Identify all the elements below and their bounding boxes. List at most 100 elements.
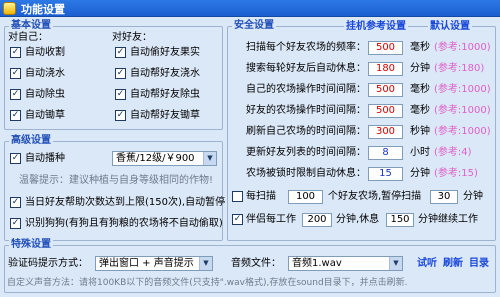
tip-text: 温馨提示：建议种植与自身等级相同的作物!	[19, 175, 214, 186]
auto-weed-label: 自动锄草	[25, 110, 65, 121]
setting-row: 刷新自己农场的时间间隔： 300 秒钟 (参考:1000)	[228, 125, 497, 139]
audio-select[interactable]: 音频1.wav ▼	[288, 256, 403, 271]
ref-hint: (参考:4)	[434, 147, 472, 158]
app-icon	[3, 2, 16, 15]
scan-count-input[interactable]: 100	[288, 190, 323, 204]
ref-hint: (参考:1000)	[434, 126, 491, 137]
farm-locked-rest-label: 农场被锁时限制自动休息：	[246, 168, 366, 179]
setting-row: 自己的农场操作时间间隔： 500 毫秒 (参考:1000)	[228, 83, 497, 97]
auto-harvest-checkbox[interactable]: ✓	[10, 47, 21, 58]
audition-link[interactable]: 试听	[417, 258, 437, 270]
ref-settings-link[interactable]: 挂机参考设置	[344, 21, 408, 33]
setting-row: 好友的农场操作时间间隔： 500 毫秒 (参考:1000)	[228, 104, 497, 118]
unit-label: 秒钟	[410, 126, 430, 137]
setting-row: 搜索每轮好友后自动休息： 180 分钟 (参考:180)	[228, 62, 497, 76]
self-label: 对自己：	[8, 32, 48, 43]
refresh-link[interactable]: 刷新	[443, 258, 463, 270]
work-label: 伴侣每工作	[246, 214, 296, 225]
setting-row: 扫描每个好友农场的频率： 500 毫秒 (参考:1000)	[228, 41, 497, 55]
scan-unit-label: 分钟	[463, 191, 483, 202]
auto-debug-checkbox[interactable]: ✓	[10, 89, 21, 100]
refresh-own-farm-label: 刷新自己农场的时间间隔：	[246, 126, 366, 137]
update-friend-list-label: 更新好友列表的时间间隔：	[246, 147, 366, 158]
audio-file-label: 音频文件：	[231, 258, 281, 269]
advanced-settings-group: 高级设置 ✓ 自动播种 香蕉/12级/￥900 ▼ 温馨提示：建议种植与自身等级…	[4, 135, 226, 241]
safety-settings-group: 安全设置 挂机参考设置 默认设置 扫描每个好友农场的频率： 500 毫秒 (参考…	[227, 20, 497, 241]
friend-farm-interval-label: 好友的农场操作时间间隔：	[246, 105, 366, 116]
ref-hint: (参考:15)	[434, 168, 478, 179]
seed-select-value: 香蕉/12级/￥900	[116, 153, 195, 164]
special-settings-title: 特殊设置	[9, 239, 53, 251]
rest-minutes-input[interactable]: 150	[386, 213, 414, 227]
safety-settings-title: 安全设置	[232, 20, 276, 32]
identify-dog-label: 识别狗狗(有狗且有狗粮的农场将不自动偷取)	[25, 218, 223, 229]
ref-hint: (参考:1000)	[434, 42, 491, 53]
scan-pause-row: 每扫描 100 个好友农场,暂停扫描 30 分钟	[228, 190, 497, 204]
rest-after-search-input[interactable]: 180	[368, 62, 403, 76]
farm-locked-rest-input[interactable]: 15	[368, 167, 403, 181]
auto-weed-checkbox[interactable]: ✓	[10, 110, 21, 121]
friend-debug-checkbox[interactable]: ✓	[115, 89, 126, 100]
directory-link[interactable]: 目录	[469, 258, 489, 270]
help-limit-label: 当日好友帮助次数达到上限(150次),自动暂停	[25, 197, 226, 208]
friend-label: 对好友：	[112, 32, 152, 43]
scan-pause-minutes-input[interactable]: 30	[430, 190, 458, 204]
unit-label: 毫秒	[410, 84, 430, 95]
scan-frequency-input[interactable]: 500	[368, 41, 403, 55]
auto-water-checkbox[interactable]: ✓	[10, 68, 21, 79]
settings-panel: 基本设置 对自己： 对好友： ✓ 自动收割 ✓ 自动浇水 ✓ 自动除虫 ✓ 自动…	[0, 17, 500, 297]
seed-select[interactable]: 香蕉/12级/￥900 ▼	[112, 151, 217, 166]
basic-settings-group: 基本设置 对自己： 对好友： ✓ 自动收割 ✓ 自动浇水 ✓ 自动除虫 ✓ 自动…	[4, 20, 223, 130]
auto-harvest-label: 自动收割	[25, 47, 65, 58]
own-farm-interval-label: 自己的农场操作时间间隔：	[246, 84, 366, 95]
refresh-own-farm-input[interactable]: 300	[368, 125, 403, 139]
identify-dog-checkbox[interactable]: ✓	[10, 218, 21, 229]
chevron-down-icon[interactable]: ▼	[199, 257, 212, 270]
special-settings-group: 特殊设置 验证码提示方式： 弹出窗口 + 声音提示 ▼ 音频文件： 音频1.wa…	[4, 239, 496, 293]
audio-select-value: 音频1.wav	[292, 258, 342, 269]
update-friend-list-input[interactable]: 8	[368, 146, 403, 160]
friend-water-label: 自动帮好友浇水	[130, 68, 200, 79]
captcha-select[interactable]: 弹出窗口 + 声音提示 ▼	[95, 256, 213, 271]
scan-mid-label: 个好友农场,暂停扫描	[328, 191, 422, 202]
unit-label: 小时	[410, 147, 430, 158]
friend-water-checkbox[interactable]: ✓	[115, 68, 126, 79]
work-mid-label: 分钟,休息	[336, 214, 380, 225]
footer-note: 自定义声音方法：请将100KB以下的音频文件(只支持".wav格式),存放在so…	[7, 278, 408, 288]
steal-fruit-label: 自动偷好友果实	[130, 47, 200, 58]
title-bar: 功能设置	[0, 0, 500, 17]
rest-after-search-label: 搜索每轮好友后自动休息：	[246, 63, 366, 74]
work-rest-row: ✓ 伴侣每工作 200 分钟,休息 150 分钟继续工作	[228, 213, 497, 227]
friend-weed-checkbox[interactable]: ✓	[115, 110, 126, 121]
chevron-down-icon[interactable]: ▼	[389, 257, 402, 270]
setting-row: 更新好友列表的时间间隔： 8 小时 (参考:4)	[228, 146, 497, 160]
friend-farm-interval-input[interactable]: 500	[368, 104, 403, 118]
own-farm-interval-input[interactable]: 500	[368, 83, 403, 97]
ref-hint: (参考:1000)	[434, 105, 491, 116]
window-title: 功能设置	[21, 3, 65, 16]
advanced-settings-title: 高级设置	[9, 135, 53, 147]
unit-label: 分钟	[410, 168, 430, 179]
scan-pause-checkbox[interactable]	[232, 191, 243, 202]
chevron-down-icon[interactable]: ▼	[203, 152, 216, 165]
captcha-select-value: 弹出窗口 + 声音提示	[99, 258, 194, 269]
scan-pause-label: 每扫描	[246, 191, 276, 202]
unit-label: 分钟	[410, 63, 430, 74]
friend-weed-label: 自动帮好友锄草	[130, 110, 200, 121]
friend-debug-label: 自动帮好友除虫	[130, 89, 200, 100]
scan-frequency-label: 扫描每个好友农场的频率：	[246, 42, 366, 53]
basic-settings-title: 基本设置	[9, 20, 53, 32]
default-settings-link[interactable]: 默认设置	[428, 21, 472, 33]
unit-label: 毫秒	[410, 42, 430, 53]
setting-row: 农场被锁时限制自动休息： 15 分钟 (参考:15)	[228, 167, 497, 181]
auto-sow-label: 自动播种	[25, 153, 65, 164]
work-rest-checkbox[interactable]: ✓	[232, 214, 243, 225]
ref-hint: (参考:180)	[434, 63, 485, 74]
help-limit-checkbox[interactable]: ✓	[10, 197, 21, 208]
auto-sow-checkbox[interactable]: ✓	[10, 153, 21, 164]
auto-water-label: 自动浇水	[25, 68, 65, 79]
work-minutes-input[interactable]: 200	[302, 213, 332, 227]
auto-debug-label: 自动除虫	[25, 89, 65, 100]
steal-fruit-checkbox[interactable]: ✓	[115, 47, 126, 58]
work-unit-label: 分钟继续工作	[418, 214, 478, 225]
